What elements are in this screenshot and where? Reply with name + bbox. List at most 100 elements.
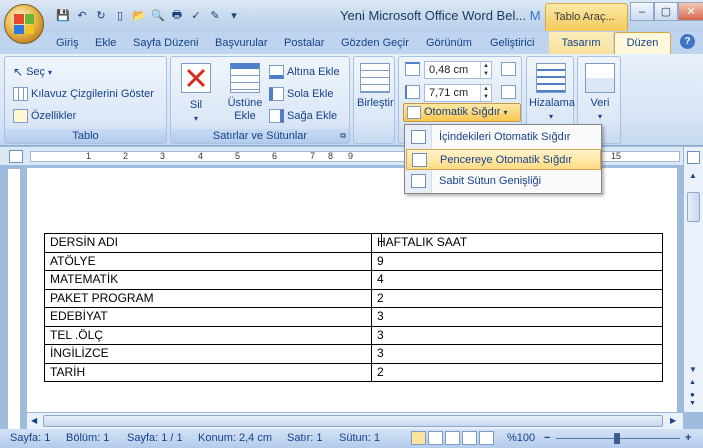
alignment-button[interactable]: Hizalama ▾ [529,63,575,123]
scroll-up-icon[interactable]: ▲ [689,171,697,180]
ruler-toggle-icon[interactable] [687,151,700,164]
help-icon[interactable]: ? [680,34,695,49]
status-position[interactable]: Konum: 2,4 cm [198,432,272,444]
table-cell[interactable]: İNGİLİZCE [44,344,372,364]
table-cell[interactable]: EDEBİYAT [44,307,372,327]
menu-item-label: İçindekileri Otomatik Sığdır [439,131,571,143]
tab-selector-icon[interactable] [9,150,23,163]
format-icon[interactable]: ✎ [207,7,223,23]
close-button[interactable]: ✕ [678,2,703,21]
dialog-launcher-icon[interactable]: ⧉ [340,131,346,141]
row-height-input[interactable]: 0,48 cm ▲ ▼ [424,61,492,79]
insert-right-button[interactable]: Sağa Ekle [269,109,337,123]
distribute-rows-icon[interactable] [501,62,516,76]
menu-item-fixed-column-width[interactable]: Sabit Sütun Genişliği [406,171,601,192]
browse-object-icon[interactable]: ● [690,390,695,399]
horizontal-scrollbar[interactable]: ◀ ▶ [27,412,683,429]
maximize-button[interactable]: ▢ [654,2,678,21]
table-cell[interactable]: 3 [371,307,663,327]
document-table[interactable]: DERSİN ADI HAFTALIK SAAT ATÖLYE 9 MATEMATİ… [44,233,663,382]
zoom-out-icon[interactable]: − [544,432,550,444]
scroll-down-icon[interactable]: ▼ [689,365,697,374]
customize-qat-icon[interactable]: ▾ [226,7,242,23]
table-cell[interactable]: HAFTALIK SAAT [371,233,663,253]
window-controls: – ▢ ✕ [630,2,703,21]
spinner-arrows-icon[interactable]: ▲ ▼ [480,85,491,101]
insert-above-button[interactable]: Üstüne Ekle [223,63,267,123]
column-width-input[interactable]: 7,71 cm ▲ ▼ [424,84,492,102]
tab-references[interactable]: Başvurular [215,37,268,49]
tab-view[interactable]: Görünüm [426,37,472,49]
spinner-arrows-icon[interactable]: ▲ ▼ [480,62,491,78]
minimize-button[interactable]: – [630,2,654,21]
select-button[interactable]: ↖ Seç ▾ [13,65,52,79]
tab-insert[interactable]: Ekle [95,37,116,49]
delete-button[interactable]: Sil ▾ [179,63,213,125]
ruler-number: 6 [272,151,278,161]
status-section[interactable]: Bölüm: 1 [66,432,109,444]
print-icon[interactable]: 🖶 [169,7,185,23]
table-cell[interactable]: PAKET PROGRAM [44,288,372,308]
tab-home[interactable]: Giriş [56,37,79,49]
table-cell[interactable]: ATÖLYE [44,251,372,271]
properties-label: Özellikler [31,110,77,122]
scroll-left-icon[interactable]: ◀ [31,416,37,425]
redo-icon[interactable]: ↻ [93,7,109,23]
tab-developer[interactable]: Geliştirici [490,37,535,49]
undo-icon[interactable]: ↶ [74,7,90,23]
spelling-icon[interactable]: ✓ [188,7,204,23]
full-screen-reading-icon[interactable] [428,431,443,445]
table-cell[interactable]: 9 [371,251,663,271]
tab-layout[interactable]: Düzen [614,32,671,54]
scroll-thumb[interactable] [687,192,700,222]
table-cell[interactable]: TARİH [44,362,372,382]
status-line[interactable]: Satır: 1 [287,432,322,444]
status-column[interactable]: Sütun: 1 [339,432,380,444]
draft-view-icon[interactable] [479,431,494,445]
table-cell[interactable]: 2 [371,362,663,382]
data-button[interactable]: Veri ▾ [580,63,620,123]
menu-item-label: Pencereye Otomatik Sığdır [440,154,573,166]
open-icon[interactable]: 📂 [131,7,147,23]
tab-review[interactable]: Gözden Geçir [341,37,409,49]
new-document-icon[interactable]: ▯ [112,7,128,23]
status-pages[interactable]: Sayfa: 1 / 1 [127,432,183,444]
table-cell[interactable]: MATEMATİK [44,270,372,290]
tab-page-layout[interactable]: Sayfa Düzeni [133,37,198,49]
delete-table-icon [181,63,211,93]
menu-item-autofit-contents[interactable]: İçindekileri Otomatik Sığdır [406,127,601,148]
next-page-icon[interactable]: ▼ [689,400,696,407]
print-layout-view-icon[interactable] [411,431,426,445]
table-cell[interactable]: TEL .ÖLÇ [44,325,372,345]
scroll-right-icon[interactable]: ▶ [670,416,676,425]
view-gridlines-button[interactable]: Kılavuz Çizgilerini Göster [13,87,154,101]
table-cell[interactable]: 4 [371,270,663,290]
zoom-in-icon[interactable]: + [685,432,691,444]
horizontal-scroll-thumb[interactable] [43,415,663,427]
status-page[interactable]: Sayfa: 1 [10,432,50,444]
ruler-number: 2 [123,151,129,161]
properties-button[interactable]: Özellikler [13,109,76,123]
insert-left-button[interactable]: Sola Ekle [269,87,333,101]
distribute-columns-icon[interactable] [501,85,516,99]
table-cell[interactable]: 3 [371,344,663,364]
merge-button[interactable]: Birleştir [357,63,394,110]
print-preview-icon[interactable]: 🔍 [150,7,166,23]
office-button[interactable] [4,4,44,44]
vertical-scrollbar[interactable]: ▲ ▼ ▲ ● ▼ [683,147,703,412]
table-cell[interactable]: DERSİN ADI [44,233,372,253]
table-cell[interactable]: 3 [371,325,663,345]
web-layout-icon[interactable] [445,431,460,445]
menu-item-autofit-window[interactable]: Pencereye Otomatik Sığdır [406,149,601,170]
insert-below-button[interactable]: Altına Ekle [269,65,340,79]
tab-design[interactable]: Tasarım [549,32,613,54]
outline-view-icon[interactable] [462,431,477,445]
insert-right-icon [269,109,284,123]
autofit-button[interactable]: Otomatik Sığdır ▾ [403,103,521,122]
table-cell[interactable]: 2 [371,288,663,308]
previous-page-icon[interactable]: ▲ [689,379,696,386]
zoom-slider-thumb[interactable] [614,433,620,444]
zoom-level[interactable]: %100 [507,432,535,444]
tab-mailings[interactable]: Postalar [284,37,324,49]
save-icon[interactable]: 💾 [55,7,71,23]
